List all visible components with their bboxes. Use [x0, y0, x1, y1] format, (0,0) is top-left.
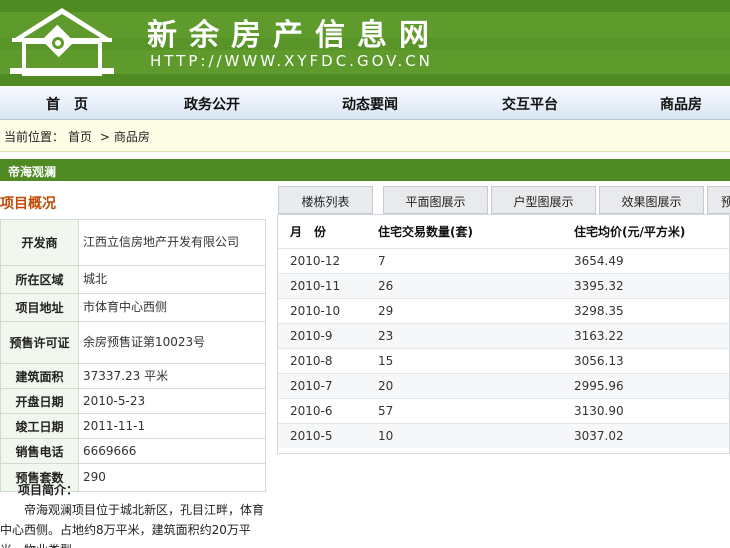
nav-item-home[interactable]: 首 页 — [46, 94, 88, 114]
info-key: 竣工日期 — [0, 413, 79, 439]
project-name: 帝海观澜 — [8, 165, 57, 179]
info-row: 开发商 江西立信房地产开发有限公司 — [0, 219, 266, 266]
info-value: 城北 — [78, 265, 266, 294]
info-key: 所在区域 — [0, 265, 79, 294]
cell-quantity: 15 — [366, 347, 562, 373]
info-row: 销售电话 6669666 — [0, 438, 266, 464]
info-key: 开发商 — [0, 219, 79, 266]
info-value: 市体育中心西侧 — [78, 293, 266, 322]
tab-building-list[interactable]: 楼栋列表 — [278, 186, 373, 214]
info-value: 2010-5-23 — [78, 388, 266, 414]
info-row: 所在区域 城北 — [0, 265, 266, 294]
nav-item-interaction[interactable]: 交互平台 — [502, 94, 558, 114]
info-value: 2011-11-1 — [78, 413, 266, 439]
cell-avg-price: 3130.90 — [562, 397, 729, 423]
main-nav: 首 页 政务公开 动态要闻 交互平台 商品房 — [0, 86, 730, 120]
intro-title: 项目简介： — [18, 483, 79, 497]
cell-avg-price: 3298.35 — [562, 297, 729, 323]
cell-avg-price: 3037.02 — [562, 422, 729, 448]
cell-month: 2010-11 — [278, 272, 366, 298]
nav-item-government[interactable]: 政务公开 — [184, 94, 240, 114]
info-key: 预售许可证 — [0, 321, 79, 364]
info-key: 销售电话 — [0, 438, 79, 464]
cell-avg-price: 3654.49 — [562, 247, 729, 273]
info-value: 6669666 — [78, 438, 266, 464]
tab-floor-plans[interactable]: 平面图展示 — [383, 186, 488, 214]
cell-quantity: 20 — [366, 372, 562, 398]
info-key: 项目地址 — [0, 293, 79, 322]
intro-text: 帝海观澜项目位于城北新区，孔目江畔，体育中心西侧。占地约8万平米，建筑面积约20… — [0, 503, 265, 548]
info-row: 开盘日期 2010-5-23 — [0, 388, 266, 414]
info-row: 竣工日期 2011-11-1 — [0, 413, 266, 439]
cell-quantity: 7 — [366, 247, 562, 273]
cell-month: 2010-10 — [278, 297, 366, 323]
site-banner: 新余房产信息网 HTTP://WWW.XYFDC.GOV.CN — [0, 0, 730, 86]
table-row: 2010-8 15 3056.13 — [278, 347, 729, 373]
breadcrumb-current: 商品房 — [113, 130, 150, 144]
transaction-table: 月 份 住宅交易数量(套) 住宅均价(元/平方米) 2010-12 7 3654.4… — [278, 215, 729, 448]
cell-avg-price: 3395.32 — [562, 272, 729, 298]
project-name-bar: 帝海观澜 — [0, 159, 730, 181]
tab-renderings[interactable]: 效果图展示 — [599, 186, 704, 214]
tab-more[interactable]: 预 — [707, 186, 730, 214]
column-header-quantity: 住宅交易数量(套) — [378, 224, 473, 239]
breadcrumb-home-link[interactable]: 首页 — [68, 130, 92, 144]
table-row: 2010-7 20 2995.96 — [278, 372, 729, 398]
nav-item-news[interactable]: 动态要闻 — [342, 94, 398, 114]
overview-title: 项目概况 — [0, 196, 56, 212]
info-value: 余房预售证第10023号 — [78, 321, 266, 364]
nav-item-commercial-housing[interactable]: 商品房 — [660, 94, 702, 114]
cell-avg-price: 2995.96 — [562, 372, 729, 398]
tab-unit-layouts[interactable]: 户型图展示 — [491, 186, 596, 214]
cell-month: 2010-9 — [278, 322, 366, 348]
site-url[interactable]: HTTP://WWW.XYFDC.GOV.CN — [150, 52, 433, 70]
cell-quantity: 57 — [366, 397, 562, 423]
project-info-table: 开发商 江西立信房地产开发有限公司 所在区域 城北 项目地址 市体育中心西侧 预… — [0, 219, 266, 492]
cell-month: 2010-6 — [278, 397, 366, 423]
cell-quantity: 26 — [366, 272, 562, 298]
table-row: 2010-10 29 3298.35 — [278, 297, 729, 323]
breadcrumb-separator: > — [99, 130, 110, 144]
table-row: 2010-5 10 3037.02 — [278, 422, 729, 448]
breadcrumb: 当前位置： 首页 > 商品房 — [0, 120, 730, 152]
breadcrumb-prefix: 当前位置： — [4, 130, 65, 144]
column-header-month: 月 份 — [290, 224, 327, 239]
table-row: 2010-9 23 3163.22 — [278, 322, 729, 348]
cell-month: 2010-12 — [278, 247, 366, 273]
cell-quantity: 29 — [366, 297, 562, 323]
cell-avg-price: 3163.22 — [562, 322, 729, 348]
transaction-table-panel: 月 份 住宅交易数量(套) 住宅均价(元/平方米) 2010-12 7 3654.4… — [277, 214, 730, 454]
cell-month: 2010-8 — [278, 347, 366, 373]
info-value: 37337.23 平米 — [78, 363, 266, 389]
table-row: 2010-12 7 3654.49 — [278, 247, 729, 273]
info-row: 预售许可证 余房预售证第10023号 — [0, 321, 266, 364]
info-value: 江西立信房地产开发有限公司 — [78, 219, 266, 266]
table-row: 2010-6 57 3130.90 — [278, 397, 729, 423]
info-row: 项目地址 市体育中心西侧 — [0, 293, 266, 322]
info-row: 建筑面积 37337.23 平米 — [0, 363, 266, 389]
cell-quantity: 10 — [366, 422, 562, 448]
column-header-avg-price: 住宅均价(元/平方米) — [574, 224, 686, 239]
project-intro: 项目简介： 帝海观澜项目位于城北新区，孔目江畔，体育中心西侧。占地约8万平米，建… — [0, 480, 268, 548]
cell-quantity: 23 — [366, 322, 562, 348]
info-key: 开盘日期 — [0, 388, 79, 414]
cell-month: 2010-7 — [278, 372, 366, 398]
info-key: 建筑面积 — [0, 363, 79, 389]
table-header-row: 月 份 住宅交易数量(套) 住宅均价(元/平方米) — [278, 215, 729, 248]
site-logo-icon[interactable] — [0, 0, 140, 86]
site-title: 新余房产信息网 — [147, 18, 441, 53]
table-row: 2010-11 26 3395.32 — [278, 272, 729, 298]
cell-month: 2010-5 — [278, 422, 366, 448]
cell-avg-price: 3056.13 — [562, 347, 729, 373]
detail-tabs: 楼栋列表 平面图展示 户型图展示 效果图展示 预 — [270, 186, 730, 214]
